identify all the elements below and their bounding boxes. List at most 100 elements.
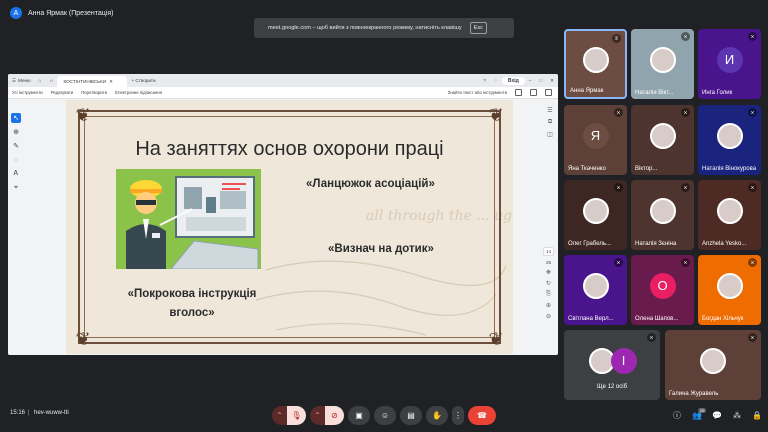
menu-convert[interactable]: Перетворити [81,90,107,95]
avatar [582,197,609,224]
minimize-icon[interactable]: – [525,78,536,83]
captions-icon[interactable]: ▤ [400,406,422,425]
login-button[interactable]: Вхід [501,76,525,85]
extract-icon[interactable]: ⎘ [546,291,551,298]
draw-tool-icon[interactable]: ◌ [11,155,21,165]
stamp-tool-icon[interactable]: ⌖ [11,183,21,193]
participant-tile[interactable]: ⨯ Наталія Вікт... [631,29,694,99]
home-icon[interactable]: ⌂ [35,78,46,83]
zoom-out-icon[interactable]: ⊖ [546,313,551,320]
participant-tile[interactable]: ⨯ Світлана Верл... [564,255,627,325]
zoom-in-icon[interactable]: ⊕ [546,302,551,309]
menu-edit[interactable]: Редагувати [51,90,73,95]
participant-tile[interactable]: I ⨯ Ще 12 осіб [564,330,660,400]
slide-title: На заняттях основ охорони праці [135,138,444,160]
window-close-icon[interactable]: ✕ [546,78,558,84]
copy-icon[interactable]: ⧉ [548,119,552,126]
mic-muted-icon: ⨯ [681,183,690,192]
acrobat-menubar: Усі інструменти Редагувати Перетворити Е… [8,87,558,99]
activities-icon[interactable]: ⁂ [730,408,744,422]
thumbnails-icon[interactable]: ☰ [547,107,552,114]
participant-tile[interactable]: ⨯ Богдан Хільчук [698,255,761,325]
menu-esign[interactable]: Електронне підписання [115,90,162,95]
participant-tile[interactable]: ⨯ Anzhela Yesko... [698,180,761,250]
participant-name: Яна Ткаченко [568,166,606,172]
slide-text-instruction: «Покрокова інструкція вголос» [127,288,257,319]
cursor-icon[interactable]: ✥ [546,269,551,276]
mic-options-button[interactable]: ⌃ [272,406,287,425]
participant-tile[interactable]: ⨯ Галина Журавель [665,330,761,400]
participant-name: Олена Шапов... [635,316,679,322]
new-button[interactable]: + Створити [127,78,159,83]
menu-button[interactable]: ☰ Меню [8,78,35,84]
avatar: Я [582,122,609,149]
host-controls-icon[interactable]: 🔒 [750,408,764,422]
participant-tile[interactable]: ⨯ Олег Грабель... [564,180,627,250]
print-icon[interactable] [515,89,522,96]
document-tab[interactable]: КОСТІНТИНІВСЬКИ ✕ [57,76,128,87]
participant-tile[interactable]: ⨯ Віктор... [631,105,694,175]
rotate-icon[interactable]: ↻ [546,280,551,287]
info-icon[interactable]: ⓘ [670,408,684,422]
participant-tile[interactable]: ⨯ Наталія Зєніна [631,180,694,250]
camera-options-button[interactable]: ⌃ [310,406,325,425]
close-icon[interactable]: ✕ [109,79,113,85]
participant-tile[interactable]: ⨯ Наталія Вінокурова [698,105,761,175]
help-icon[interactable]: ? [479,78,490,83]
hamburger-icon: ☰ [12,77,17,83]
engineer-illustration [116,169,261,270]
bell-icon[interactable]: ♢ [490,78,502,84]
chat-icon[interactable]: 💬 [710,408,724,422]
page-number-current[interactable]: 14 [543,247,554,256]
leave-call-icon[interactable]: ☎ [468,406,496,425]
mic-muted-icon: ⨯ [614,183,623,192]
participant-name: Богдан Хільчук [702,316,744,322]
esc-key: Esc [469,22,487,34]
zoom-tool-icon[interactable]: ⊕ [11,127,21,137]
participant-name: Anzhela Yesko... [702,241,747,247]
mic-muted-icon: ⨯ [647,333,656,342]
annotate-tool-icon[interactable]: ✎ [11,141,21,151]
more-options-icon[interactable]: ⋮ [452,406,464,425]
menu-label: Меню [18,78,31,83]
avatar [716,122,743,149]
participant-name: Ще 12 осіб [596,384,628,390]
tools-search[interactable]: Знайти текст або інструменти [448,90,507,95]
presentation-slide: all through the ... ught kind ... Valley… [66,100,513,354]
meeting-controls-bar: 15:16 | hev-wuww-tti ⌃ 🎙 ⌃ ⊘ ▣ ☺ ▤ ✋ ⋮ ☎… [0,402,768,428]
mic-muted-icon: ⨯ [748,32,757,41]
people-icon[interactable]: 👥 26 [690,408,707,422]
slide-text-associations: «Ланцюжок асоціацій» [306,178,435,190]
avatar: И [716,46,743,73]
participant-tile[interactable]: И ⨯ Инга Голик [698,29,761,99]
maximize-icon[interactable]: □ [535,78,546,83]
participant-tile[interactable]: ⦀ Анна Ярмак [564,29,627,99]
avatar [582,272,609,299]
mic-off-icon[interactable]: 🎙 [287,406,306,425]
raise-hand-icon[interactable]: ✋ [426,406,448,425]
participant-tile[interactable]: Я ⨯ Яна Ткаченко [564,105,627,175]
ornament-corner-icon: ❦ [75,105,91,125]
save-icon[interactable] [530,89,537,96]
emoji-icon[interactable]: ☺ [374,406,396,425]
star-icon[interactable]: ☆ [45,78,57,84]
mic-muted-icon: ⨯ [748,258,757,267]
avatar [716,197,743,224]
panel-icon[interactable]: ◫ [547,131,553,138]
text-tool-icon[interactable]: Ꭺ [11,169,21,179]
camera-off-icon[interactable]: ⊘ [325,406,344,425]
presenter-name: Анна Ярмак (Презентація) [28,9,114,17]
present-icon[interactable]: ▣ [348,406,370,425]
mic-muted-icon: ⨯ [681,32,690,41]
select-tool-icon[interactable]: ↖ [11,113,21,123]
clock: 15:16 [10,410,26,416]
avatar [649,46,676,73]
menu-all-tools[interactable]: Усі інструменти [12,90,43,95]
document-area: ↖ ⊕ ✎ ◌ Ꭺ ⌖ all through the ... ught kin… [8,99,558,355]
meet-screen: А Анна Ярмак (Презентація) meet.google.c… [0,0,768,432]
shared-screen: ☰ Меню ⌂ ☆ КОСТІНТИНІВСЬКИ ✕ + Створити … [8,74,558,355]
ornament-corner-icon: ❦ [488,105,504,125]
participant-name: Світлана Верл... [568,316,614,322]
participant-tile[interactable]: О ⨯ Олена Шапов... [631,255,694,325]
share-icon[interactable] [545,89,552,96]
